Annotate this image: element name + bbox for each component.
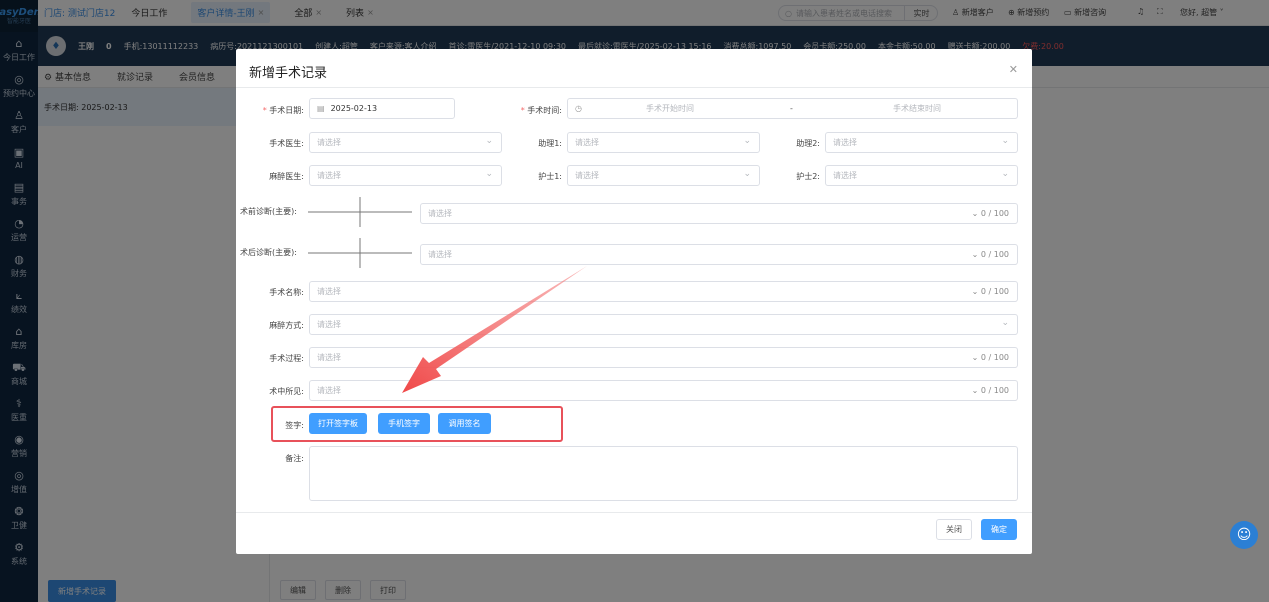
annotation-arrow (402, 266, 587, 393)
